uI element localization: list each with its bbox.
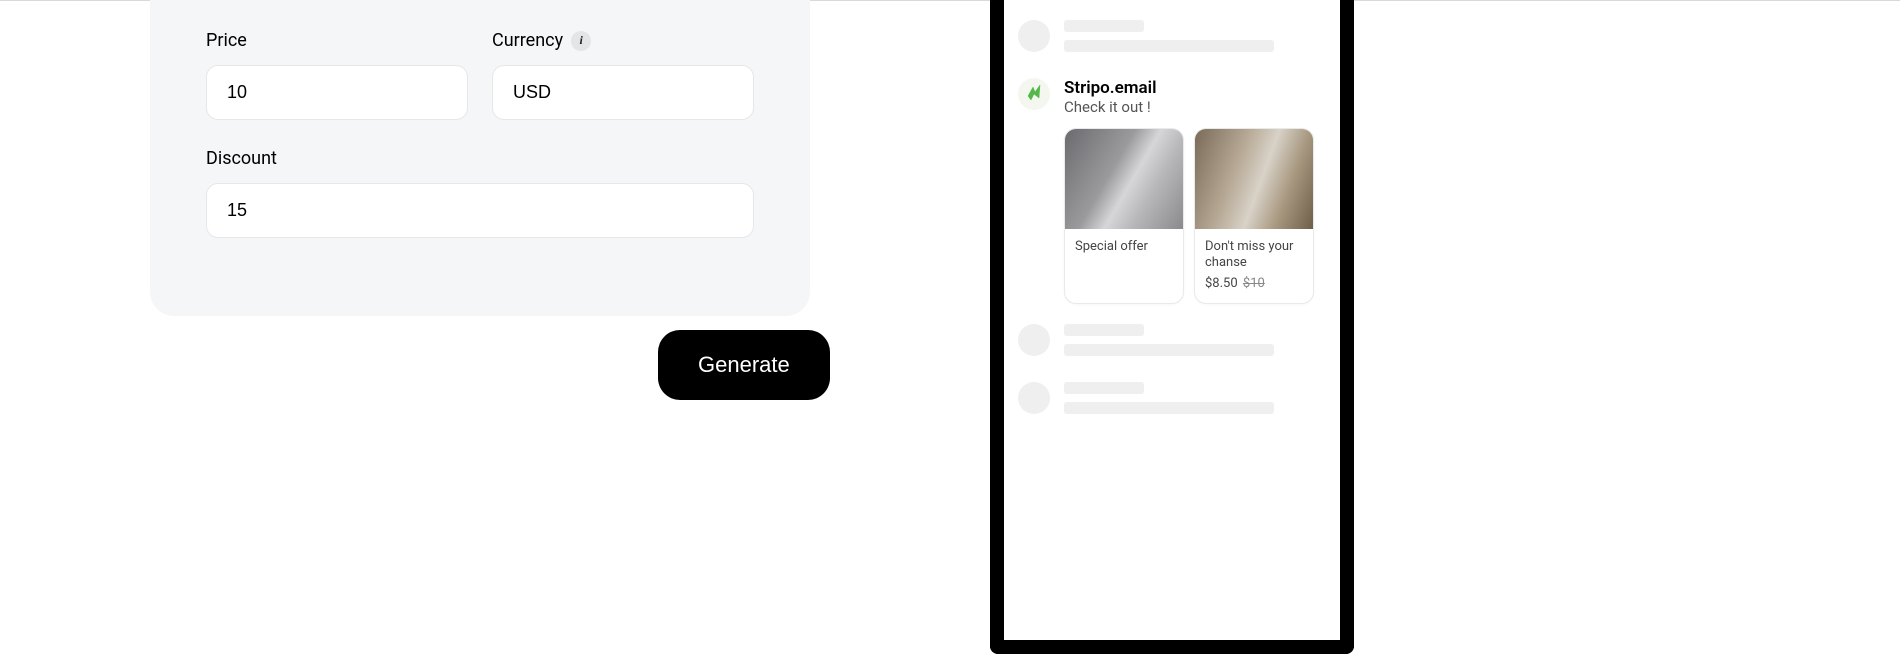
avatar-placeholder (1018, 382, 1050, 414)
discount-field-group: Discount (206, 148, 754, 238)
product-image (1195, 129, 1313, 229)
price-current: $8.50 (1205, 276, 1238, 291)
generate-button[interactable]: Generate (658, 330, 830, 400)
notification-placeholder (1018, 20, 1326, 52)
price-label: Price (206, 30, 468, 51)
text-placeholder (1064, 324, 1326, 356)
text-placeholder (1064, 382, 1326, 414)
line-placeholder (1064, 344, 1274, 356)
notification-placeholder (1018, 324, 1326, 356)
line-placeholder (1064, 40, 1274, 52)
email-subject: Check it out ! (1064, 98, 1326, 116)
product-image (1065, 129, 1183, 229)
phone-preview: Stripo.email Check it out ! Special offe… (990, 0, 1354, 654)
notification-placeholder (1018, 382, 1326, 414)
currency-input[interactable] (492, 65, 754, 120)
card-body: Special offer (1065, 229, 1183, 267)
phone-screen: Stripo.email Check it out ! Special offe… (1004, 20, 1340, 414)
email-preview: Stripo.email Check it out ! Special offe… (1018, 78, 1326, 304)
line-placeholder (1064, 324, 1144, 336)
line-placeholder (1064, 382, 1144, 394)
text-placeholder (1064, 20, 1326, 52)
discount-input[interactable] (206, 183, 754, 238)
line-placeholder (1064, 20, 1144, 32)
avatar-placeholder (1018, 20, 1050, 52)
info-icon[interactable]: i (571, 31, 591, 51)
card-price: $8.50 $10 (1205, 276, 1303, 291)
avatar-placeholder (1018, 324, 1050, 356)
discount-label: Discount (206, 148, 754, 169)
stripo-logo-icon (1022, 82, 1046, 106)
email-sender: Stripo.email (1064, 78, 1326, 98)
email-content: Stripo.email Check it out ! Special offe… (1064, 78, 1326, 304)
line-placeholder (1064, 402, 1274, 414)
product-card[interactable]: Special offer (1064, 128, 1184, 304)
product-cards: Special offer Don't miss your chanse $8.… (1064, 128, 1326, 304)
currency-field-group: Currency i (492, 30, 754, 120)
price-field-group: Price (206, 30, 468, 120)
sender-avatar (1018, 78, 1050, 110)
form-panel: Price Currency i Discount (150, 0, 810, 316)
card-title: Don't miss your chanse (1205, 239, 1303, 272)
product-card[interactable]: Don't miss your chanse $8.50 $10 (1194, 128, 1314, 304)
card-title: Special offer (1075, 239, 1173, 255)
currency-label-text: Currency (492, 30, 563, 51)
currency-label: Currency i (492, 30, 754, 51)
price-old: $10 (1243, 276, 1265, 291)
card-body: Don't miss your chanse $8.50 $10 (1195, 229, 1313, 303)
price-input[interactable] (206, 65, 468, 120)
